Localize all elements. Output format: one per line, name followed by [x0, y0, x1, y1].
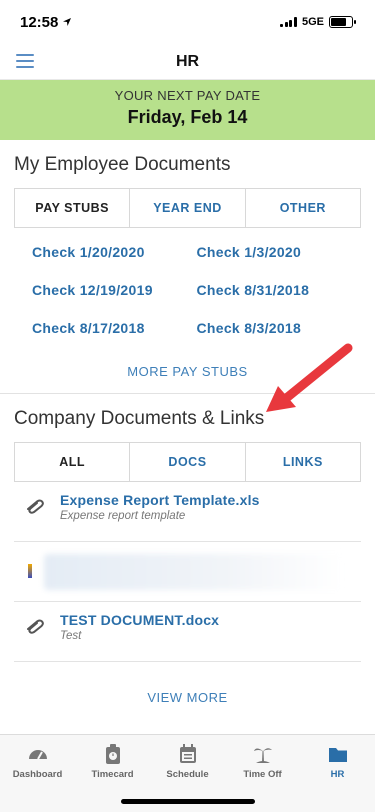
gauge-icon — [28, 750, 47, 760]
document-description: Expense report template — [60, 510, 186, 522]
calendar-icon — [179, 744, 196, 763]
paperclip-icon — [27, 499, 44, 514]
view-more-link[interactable]: VIEW MORE — [14, 662, 361, 719]
company-documents-section: Company Documents & Links ALL DOCS LINKS… — [0, 394, 375, 719]
home-indicator — [120, 799, 255, 804]
redacted-icon — [28, 564, 32, 578]
redacted-list-item[interactable] — [14, 542, 361, 602]
tab-dashboard[interactable]: Dashboard — [0, 743, 75, 812]
folder-icon — [328, 748, 347, 762]
tab-label: Schedule — [166, 769, 209, 780]
tab-label: Timecard — [91, 769, 134, 780]
clock: 12:58 — [20, 13, 59, 31]
document-name[interactable]: Expense Report Template.xls — [60, 492, 260, 508]
more-pay-stubs-link[interactable]: MORE PAY STUBS — [14, 336, 361, 393]
timecard-icon — [105, 744, 120, 764]
tab-docs[interactable]: DOCS — [129, 443, 245, 481]
tab-label: HR — [330, 769, 345, 780]
bottom-tab-bar: Dashboard Timecard Schedule Time Off HR — [0, 734, 375, 812]
pay-date-value: Friday, Feb 14 — [127, 107, 248, 127]
company-documents-title: Company Documents & Links — [14, 408, 265, 429]
list-item[interactable]: Expense Report Template.xls Expense repo… — [14, 482, 361, 542]
tab-all[interactable]: ALL — [15, 443, 130, 481]
status-time: 12:58 — [20, 14, 72, 31]
hamburger-menu-icon[interactable] — [16, 54, 34, 68]
pay-stub-link[interactable]: Check 1/3/2020 — [197, 244, 362, 260]
paperclip-icon — [27, 619, 44, 634]
document-description: Test — [60, 630, 82, 642]
pay-stub-link[interactable]: Check 8/17/2018 — [32, 320, 197, 336]
employee-documents-title: My Employee Documents — [14, 154, 231, 175]
tab-label: Time Off — [243, 769, 282, 780]
company-document-list: Expense Report Template.xls Expense repo… — [14, 482, 361, 662]
employee-documents-section: My Employee Documents PAY STUBS YEAR END… — [0, 140, 375, 393]
document-name[interactable]: TEST DOCUMENT.docx — [60, 612, 219, 628]
company-documents-tabs: ALL DOCS LINKS — [14, 442, 361, 482]
pay-stub-link[interactable]: Check 12/19/2019 — [32, 282, 197, 298]
location-icon — [63, 18, 72, 26]
status-bar: 12:58 5GE — [0, 0, 375, 44]
list-item[interactable]: TEST DOCUMENT.docx Test — [14, 602, 361, 662]
battery-icon — [329, 16, 356, 28]
tab-year-end[interactable]: YEAR END — [129, 189, 245, 227]
signal-icon — [280, 17, 297, 27]
pay-stub-link[interactable]: Check 8/3/2018 — [197, 320, 362, 336]
pay-date-banner: YOUR NEXT PAY DATE Friday, Feb 14 — [0, 80, 375, 140]
app-header: HR — [0, 44, 375, 80]
redacted-content — [44, 554, 344, 590]
pay-date-label: YOUR NEXT PAY DATE — [114, 88, 261, 103]
pay-stub-list: Check 1/20/2020 Check 1/3/2020 Check 12/… — [14, 228, 361, 336]
tab-hr[interactable]: HR — [300, 743, 375, 812]
page-title: HR — [175, 52, 200, 70]
tab-pay-stubs[interactable]: PAY STUBS — [15, 189, 130, 227]
tab-other[interactable]: OTHER — [244, 189, 360, 227]
employee-documents-tabs: PAY STUBS YEAR END OTHER — [14, 188, 361, 228]
status-indicators: 5GE — [280, 16, 356, 28]
palm-tree-icon — [253, 748, 272, 763]
pay-stub-link[interactable]: Check 1/20/2020 — [32, 244, 197, 260]
pay-stub-link[interactable]: Check 8/31/2018 — [197, 282, 362, 298]
network-label: 5GE — [301, 16, 324, 28]
tab-label: Dashboard — [12, 769, 63, 780]
tab-links[interactable]: LINKS — [244, 443, 360, 481]
